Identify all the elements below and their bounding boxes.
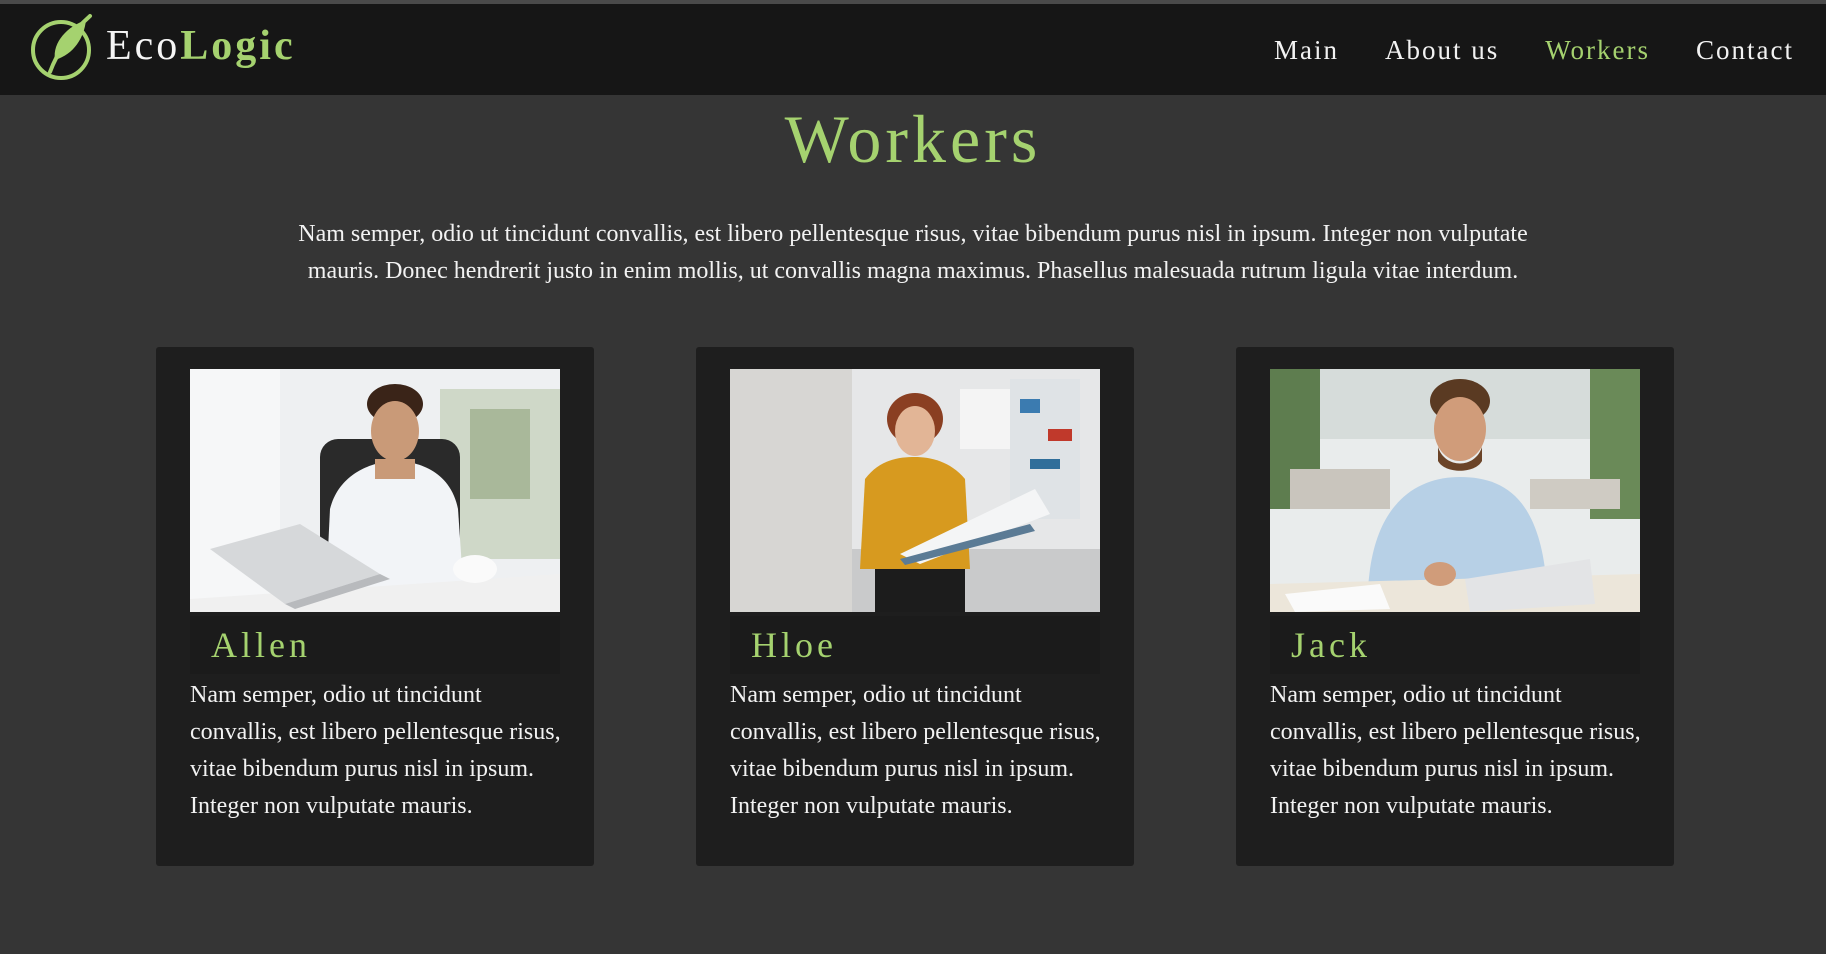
worker-photo-hloe [730,369,1100,612]
worker-name: Allen [190,616,560,674]
worker-name: Jack [1270,616,1640,674]
worker-card-allen: Allen Nam semper, odio ut tincidunt conv… [156,347,594,866]
worker-description: Nam semper, odio ut tincidunt convallis,… [730,682,1101,819]
worker-description: Nam semper, odio ut tincidunt convallis,… [190,682,561,819]
main-nav: Main About us Workers Contact [1228,35,1794,66]
brand[interactable]: EcoLogic [30,10,296,82]
intro-text: Nam semper, odio ut tincidunt convallis,… [298,221,1528,284]
leaf-circle-icon [31,13,92,80]
nav-link-contact[interactable]: Contact [1696,35,1794,66]
worker-card-hloe: Hloe Nam semper, odio ut tincidunt conva… [696,347,1134,866]
worker-name: Hloe [730,616,1100,674]
nav-link-workers[interactable]: Workers [1545,35,1650,66]
worker-photo-jack [1270,369,1640,612]
worker-photo-allen [190,369,560,612]
site-header: EcoLogic Main About us Workers Contact [0,4,1826,95]
brand-name: EcoLogic [106,22,296,70]
brand-name-accent: Logic [180,22,296,69]
nav-link-main[interactable]: Main [1274,35,1339,66]
page-title: Workers [784,101,1042,177]
brand-name-plain: Eco [106,22,181,69]
nav-link-about-us[interactable]: About us [1385,35,1499,66]
worker-description: Nam semper, odio ut tincidunt convallis,… [1270,682,1641,819]
worker-card-jack: Jack Nam semper, odio ut tincidunt conva… [1236,347,1674,866]
